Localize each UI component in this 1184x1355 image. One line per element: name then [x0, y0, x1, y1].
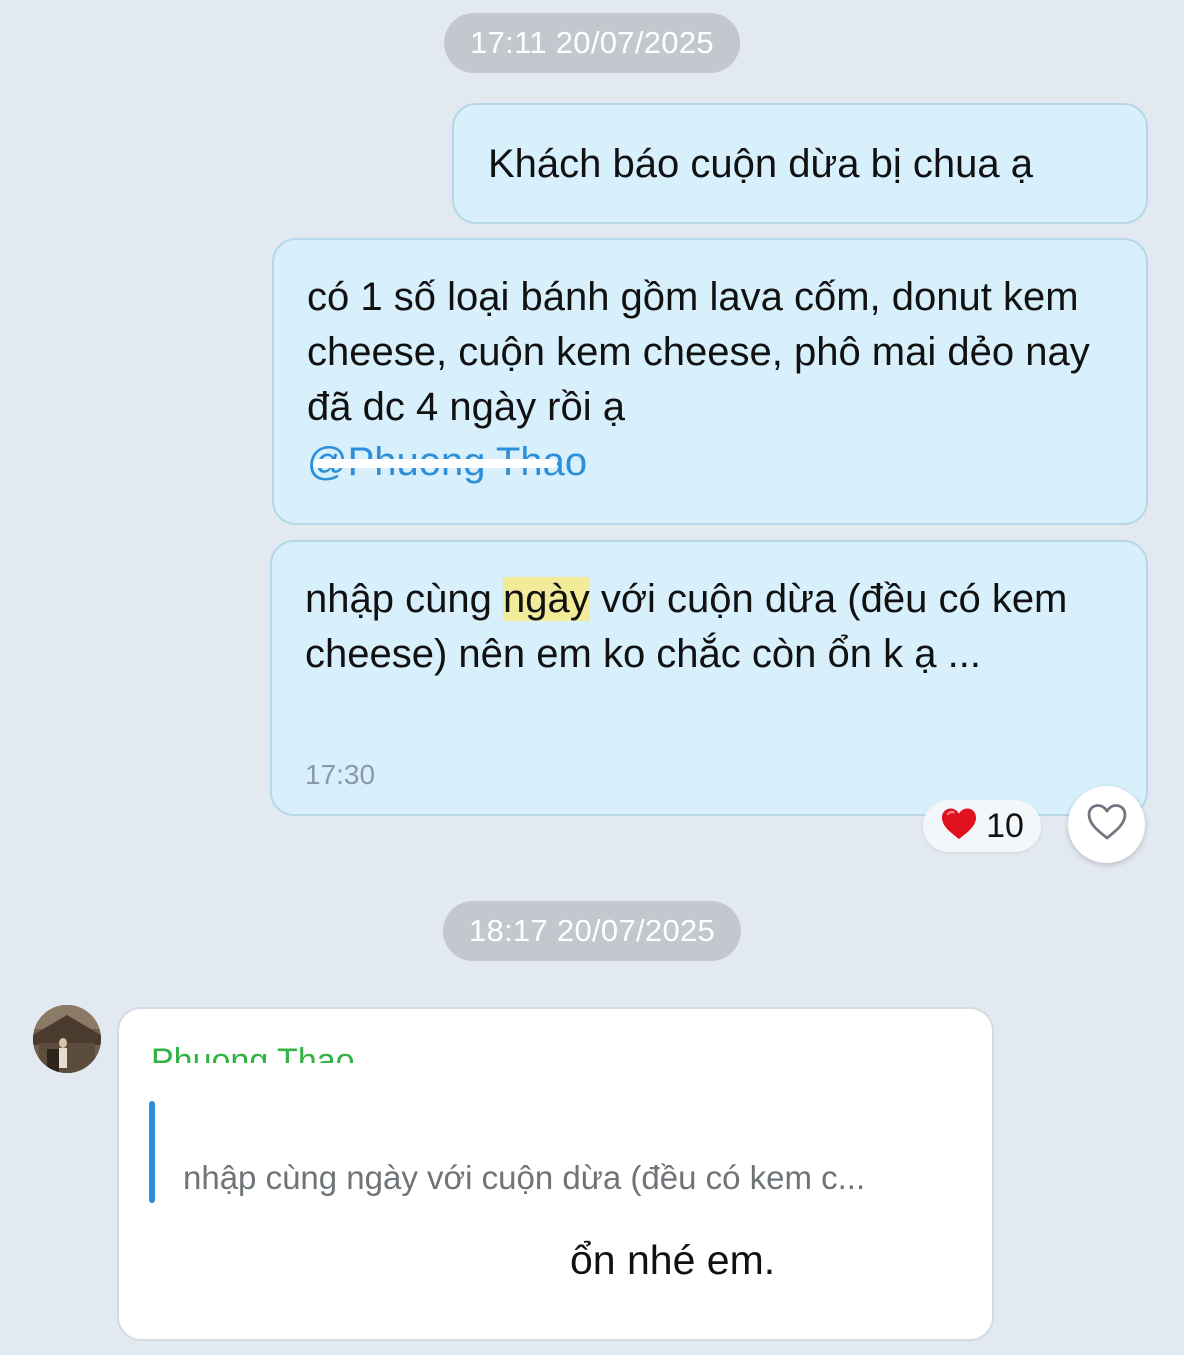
message-text: ổn nhé em.: [570, 1237, 776, 1283]
message-text: có 1 số loại bánh gồm lava cốm, donut ke…: [307, 275, 1090, 429]
heart-outline-icon: [1086, 803, 1128, 846]
message-bubble-incoming[interactable]: Phuong Thao nhập cùng ngày với cuộn dừa …: [117, 1007, 994, 1341]
redaction-mark: [313, 459, 558, 468]
reaction-summary[interactable]: 10: [923, 800, 1041, 852]
message-bubble[interactable]: có 1 số loại bánh gồm lava cốm, donut ke…: [272, 238, 1148, 525]
heart-icon: [940, 807, 978, 846]
quote-bar: [149, 1101, 155, 1203]
reaction-count: 10: [986, 806, 1024, 845]
avatar[interactable]: [33, 1005, 101, 1073]
sender-name[interactable]: Phuong Thao: [151, 1031, 355, 1063]
message-bubble[interactable]: nhập cùng ngày với cuộn dừa (đều có kem …: [270, 540, 1148, 816]
message-bubble[interactable]: Khách báo cuộn dừa bị chua ạ: [452, 103, 1148, 224]
mention-link[interactable]: @Phuong Thao: [307, 435, 587, 490]
quoted-message[interactable]: nhập cùng ngày với cuộn dừa (đều có kem …: [183, 1159, 865, 1197]
timestamp-divider: 18:17 20/07/2025: [442, 901, 742, 961]
react-button[interactable]: [1068, 786, 1145, 863]
timestamp-divider: 17:11 20/07/2025: [444, 13, 740, 73]
message-time: 17:30: [305, 759, 376, 790]
message-text: Khách báo cuộn dừa bị chua ạ: [488, 142, 1033, 186]
message-text-part: nhập cùng: [305, 577, 503, 621]
search-highlight: ngày: [502, 577, 590, 621]
